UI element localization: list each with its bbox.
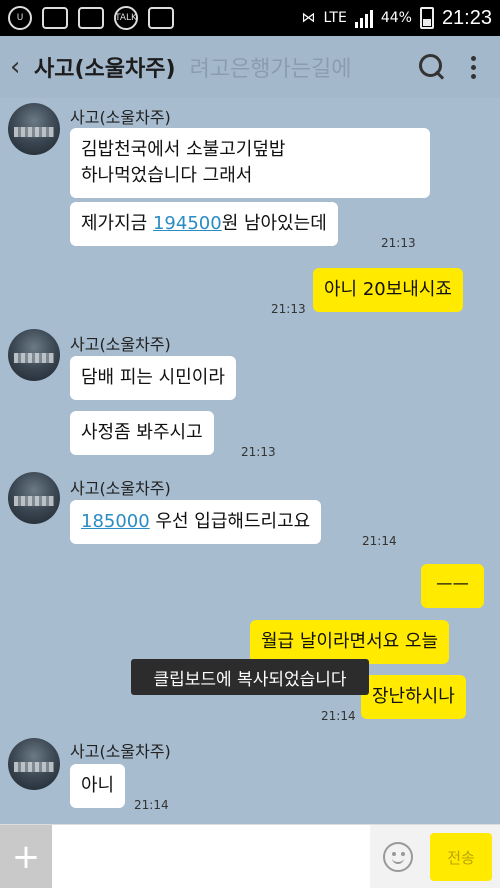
number-link[interactable]: 185000 bbox=[81, 511, 150, 532]
message-bubble[interactable]: 185000 우선 입급해드리고요 bbox=[70, 500, 322, 544]
avatar[interactable] bbox=[8, 103, 60, 155]
message-bubble[interactable]: 사정좀 봐주시고 bbox=[70, 411, 214, 455]
app-notification-icon: U bbox=[8, 6, 32, 30]
number-link[interactable]: 194500 bbox=[153, 213, 222, 234]
system-indicators: ⋈ LTE 44% 21:23 bbox=[302, 7, 492, 30]
battery-icon bbox=[419, 7, 434, 29]
my-message-bubble[interactable]: 월급 날이라면서요 오늘 bbox=[250, 620, 450, 664]
message-time: 21:14 bbox=[362, 534, 397, 548]
my-message-bubble[interactable]: ㅡㅡ bbox=[421, 564, 484, 608]
message-time: 21:13 bbox=[381, 236, 416, 250]
emoticon-icon[interactable] bbox=[383, 842, 413, 872]
notification-icons: U TALK bbox=[8, 6, 174, 30]
back-button[interactable]: ‹ bbox=[10, 52, 32, 82]
battery-percent: 44% bbox=[380, 10, 412, 26]
message-time: 21:14 bbox=[321, 709, 356, 723]
avatar[interactable] bbox=[8, 738, 60, 790]
message-bubble[interactable]: 담배 피는 시민이라 bbox=[70, 356, 236, 400]
sender-name: 사고(소울차주) bbox=[70, 335, 171, 354]
sender-name: 사고(소울차주) bbox=[70, 108, 171, 127]
avatar[interactable] bbox=[8, 472, 60, 524]
network-type: LTE bbox=[323, 10, 347, 26]
my-message-bubble[interactable]: 장난하시나 bbox=[361, 675, 466, 719]
input-bar: + 전송 bbox=[0, 824, 500, 888]
message-text: 원 남아있는데 bbox=[221, 213, 327, 234]
search-icon[interactable] bbox=[419, 54, 445, 80]
message-input[interactable] bbox=[52, 825, 370, 888]
clipboard-toast: 클립보드에 복사되었습니다 bbox=[131, 659, 369, 695]
clock: 21:23 bbox=[441, 6, 492, 29]
message-time: 21:14 bbox=[134, 798, 169, 812]
message-line: 하나먹었습니다 그래서 bbox=[81, 165, 253, 186]
vibrate-icon: ⋈ bbox=[301, 10, 316, 26]
signal-icon bbox=[354, 8, 373, 28]
message-bubble[interactable]: 아니 bbox=[70, 764, 126, 808]
sender-name: 사고(소울차주) bbox=[70, 742, 171, 761]
message-time: 21:13 bbox=[271, 302, 306, 316]
document-icon bbox=[42, 7, 68, 29]
chat-header: ‹ 사고(소울차주) 려고은행가는길에 bbox=[0, 36, 500, 98]
message-bubble[interactable]: 제가지금 194500원 남아있는데 bbox=[70, 202, 338, 246]
more-options-icon[interactable] bbox=[471, 55, 476, 79]
chat-title: 사고(소울차주) bbox=[34, 57, 176, 82]
message-line: 김밥천국에서 소불고기덮밥 bbox=[81, 139, 286, 160]
attach-button[interactable]: + bbox=[0, 825, 52, 888]
message-bubble[interactable]: 김밥천국에서 소불고기덮밥 하나먹었습니다 그래서 bbox=[70, 128, 430, 198]
status-bar: U TALK ⋈ LTE 44% 21:23 bbox=[0, 0, 500, 36]
talk-icon: TALK bbox=[114, 6, 138, 30]
image-icon bbox=[78, 7, 104, 29]
my-message-bubble[interactable]: 아니 20보내시죠 bbox=[313, 268, 463, 312]
briefcase-check-icon bbox=[148, 7, 174, 29]
avatar[interactable] bbox=[8, 329, 60, 381]
send-button[interactable]: 전송 bbox=[430, 833, 492, 881]
message-text: 제가지금 bbox=[81, 213, 153, 234]
faded-header-text: 려고은행가는길에 bbox=[189, 57, 352, 82]
chat-area[interactable]: 사고(소울차주) 김밥천국에서 소불고기덮밥 하나먹었습니다 그래서 제가지금 … bbox=[0, 98, 500, 824]
message-text: 우선 입급해드리고요 bbox=[149, 511, 311, 532]
sender-name: 사고(소울차주) bbox=[70, 479, 171, 498]
message-time: 21:13 bbox=[241, 445, 276, 459]
